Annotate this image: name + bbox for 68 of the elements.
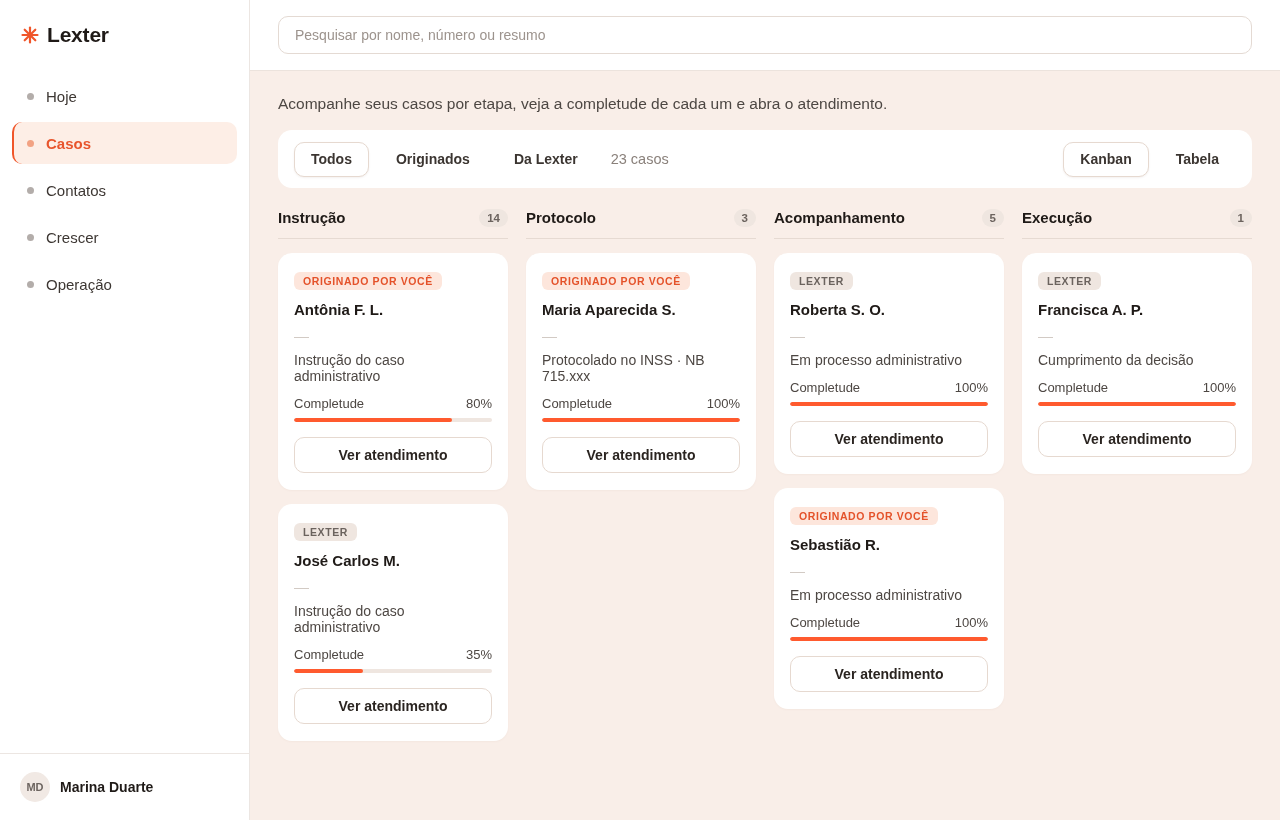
progress-value: 80%	[465, 396, 492, 412]
case-tag: ORIGINADO POR VOCÊ	[542, 272, 690, 290]
column-count: 1	[1229, 209, 1252, 227]
case-status: Em processo administrativo	[790, 587, 963, 603]
progress-label: Completude	[1038, 380, 1109, 396]
search-field[interactable]: Pesquisar por nome, número ou resumo	[278, 16, 1252, 54]
progress-value: 100%	[706, 396, 740, 412]
asterisk-icon	[21, 26, 39, 44]
client-name: Antônia F. L.	[294, 300, 385, 320]
view-case-button[interactable]: Ver atendimento	[790, 656, 988, 692]
view-case-button[interactable]: Ver atendimento	[542, 437, 740, 473]
bullet-icon	[27, 280, 34, 288]
nav-item[interactable]: Contatos	[12, 169, 237, 211]
case-detail: —	[790, 328, 805, 344]
bullet-icon	[27, 186, 34, 194]
case-status: Cumprimento da decisão	[1038, 352, 1195, 368]
user-name: Marina Duarte	[60, 779, 154, 795]
progress-value: 100%	[1202, 380, 1236, 396]
case-tag: ORIGINADO POR VOCÊ	[790, 507, 938, 525]
progress-label: Completude	[542, 396, 613, 412]
client-name: José Carlos M.	[294, 551, 401, 571]
progress-value: 35%	[465, 647, 492, 663]
case-status: Protocolado no INSS · NB 715.xxx	[542, 352, 706, 384]
column-title: Instrução	[278, 208, 346, 228]
user-avatar: MD	[20, 772, 50, 802]
client-name: Maria Aparecida S.	[542, 300, 677, 320]
case-status: Instrução do caso administrativo	[294, 352, 406, 384]
progress-value: 100%	[954, 615, 988, 631]
view-case-button[interactable]: Ver atendimento	[294, 688, 492, 724]
case-tag: LEXTER	[1038, 272, 1102, 290]
column-title: Protocolo	[526, 208, 596, 228]
progress-label: Completude	[790, 380, 861, 396]
case-status: Instrução do caso administrativo	[294, 603, 406, 635]
view-case-button[interactable]: Ver atendimento	[294, 437, 492, 473]
column-count: 3	[733, 209, 756, 227]
intro-text: Acompanhe seus casos por etapa, veja a completude de cada um e abra o atendimento.	[278, 94, 889, 114]
column-title: Acompanhamento	[774, 208, 905, 228]
client-name: Roberta S. O.	[790, 300, 887, 320]
view-toggle[interactable]: Kanban	[1063, 141, 1149, 177]
case-detail: —	[294, 579, 309, 595]
column-count: 5	[981, 209, 1004, 227]
progress-label: Completude	[294, 647, 365, 663]
filter-tab[interactable]: Todos	[294, 141, 369, 177]
nav-item[interactable]: Crescer	[12, 216, 237, 258]
column-count: 14	[479, 209, 508, 227]
client-name: Sebastião R.	[790, 535, 882, 555]
nav-item[interactable]: Hoje	[12, 75, 237, 117]
case-detail: —	[1038, 328, 1053, 344]
bullet-icon	[27, 233, 34, 241]
case-status: Em processo administrativo	[790, 352, 963, 368]
case-detail: —	[294, 328, 309, 344]
case-detail: —	[542, 328, 557, 344]
view-case-button[interactable]: Ver atendimento	[1038, 421, 1236, 457]
client-name: Francisca A. P.	[1038, 300, 1145, 320]
progress-label: Completude	[294, 396, 365, 412]
column-title: Execução	[1022, 208, 1093, 228]
view-case-button[interactable]: Ver atendimento	[790, 421, 988, 457]
progress-label: Completude	[790, 615, 861, 631]
nav-item[interactable]: Operação	[12, 263, 237, 305]
bullet-icon	[27, 139, 34, 147]
case-tag: ORIGINADO POR VOCÊ	[294, 272, 442, 290]
case-tag: LEXTER	[294, 523, 358, 541]
case-detail: —	[790, 563, 805, 579]
progress-value: 100%	[954, 380, 988, 396]
case-tag: LEXTER	[790, 272, 854, 290]
bullet-icon	[27, 92, 34, 100]
case-count: 23 casos	[610, 151, 669, 167]
brand-name: Lexter	[47, 23, 109, 47]
